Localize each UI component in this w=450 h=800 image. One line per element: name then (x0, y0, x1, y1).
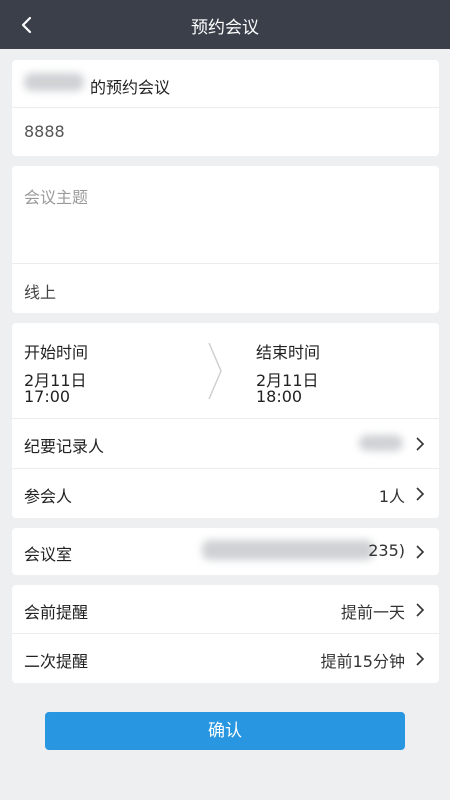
range-arrow-icon (207, 341, 225, 401)
room-label: 会议室 (24, 545, 73, 564)
meeting-code-row: 8888 (12, 108, 439, 156)
second-reminder-row[interactable]: 二次提醒 提前15分钟 (12, 634, 439, 683)
owner-row: 的预约会议 (12, 60, 439, 108)
second-reminder-label: 二次提醒 (24, 652, 89, 671)
chevron-right-icon (413, 602, 427, 618)
subject-row[interactable]: 会议主题 (12, 166, 439, 264)
start-time-label: 开始时间 (24, 343, 89, 362)
attendees-label: 参会人 (24, 487, 73, 506)
confirm-button[interactable]: 确认 (45, 712, 405, 750)
subject-input[interactable]: 会议主题 (24, 184, 88, 208)
recorder-label: 纪要记录人 (24, 437, 105, 456)
chevron-right-icon (413, 486, 427, 502)
location-row[interactable]: 线上 (12, 264, 439, 313)
redacted-room-name (202, 540, 374, 560)
room-row[interactable]: 会议室 235) (12, 528, 439, 575)
time-range-row[interactable]: 开始时间 2月11日 17:00 结束时间 2月11日 18:00 (12, 323, 439, 419)
pre-reminder-value: 提前一天 (340, 603, 405, 622)
pre-reminder-label: 会前提醒 (24, 603, 89, 622)
end-time-label: 结束时间 (256, 343, 321, 362)
location-value[interactable]: 线上 (24, 279, 56, 303)
page-title: 预约会议 (191, 18, 259, 38)
redacted-recorder-name (359, 435, 403, 451)
meeting-code: 8888 (24, 122, 65, 141)
chevron-right-icon (413, 544, 427, 560)
second-reminder-value: 提前15分钟 (320, 652, 405, 671)
owner-meeting-label: 的预约会议 (90, 78, 171, 97)
attendees-row[interactable]: 参会人 1人 (12, 469, 439, 518)
room-value-tail: 235) (368, 541, 405, 560)
subject-card: 会议主题 线上 (12, 166, 439, 313)
end-time[interactable]: 18:00 (256, 387, 302, 406)
reminders-card: 会前提醒 提前一天 二次提醒 提前15分钟 (12, 585, 439, 683)
attendees-count: 1人 (378, 487, 405, 506)
schedule-card: 开始时间 2月11日 17:00 结束时间 2月11日 18:00 纪要记录人 … (12, 323, 439, 518)
pre-reminder-row[interactable]: 会前提醒 提前一天 (12, 585, 439, 634)
meeting-info-card: 的预约会议 8888 (12, 60, 439, 156)
room-card: 会议室 235) (12, 528, 439, 575)
recorder-row[interactable]: 纪要记录人 (12, 419, 439, 469)
redacted-owner-name (24, 73, 84, 91)
chevron-right-icon (413, 651, 427, 667)
start-time[interactable]: 17:00 (24, 387, 70, 406)
chevron-right-icon (413, 436, 427, 452)
navigation-bar: 预约会议 (0, 0, 450, 49)
